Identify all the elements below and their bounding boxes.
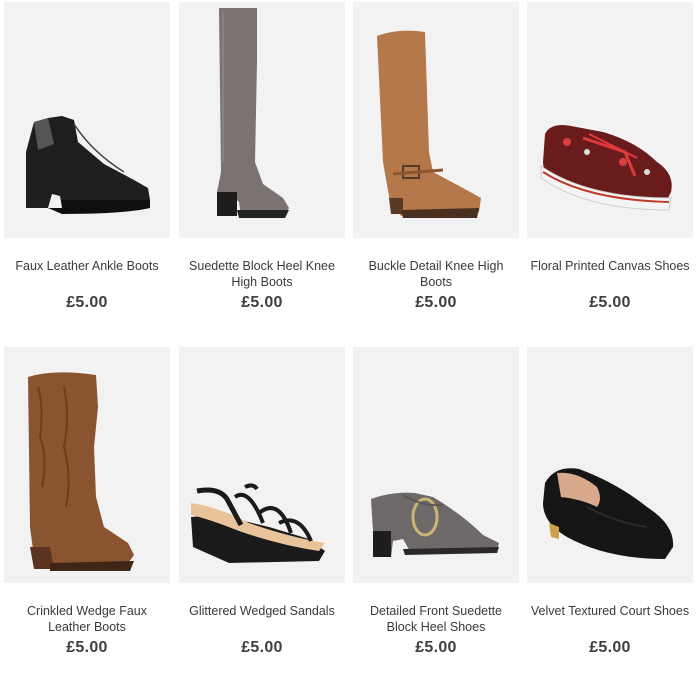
- product-name[interactable]: Suedette Block Heel Knee High Boots: [179, 258, 345, 292]
- product-grid: Faux Leather Ankle Boots £5.00 Suedette …: [0, 0, 700, 674]
- product-image-black-ankle-boot[interactable]: [4, 2, 170, 238]
- product-image-floral-canvas-shoe[interactable]: [527, 2, 693, 238]
- product-card[interactable]: Velvet Textured Court Shoes £5.00: [527, 347, 693, 657]
- product-image-grey-buckle-shoe[interactable]: [353, 347, 519, 583]
- product-card[interactable]: Suedette Block Heel Knee High Boots £5.0…: [179, 2, 345, 312]
- product-price: £5.00: [241, 294, 283, 311]
- product-name[interactable]: Detailed Front Suedette Block Heel Shoes: [353, 603, 519, 637]
- product-name[interactable]: Faux Leather Ankle Boots: [4, 258, 170, 292]
- product-price: £5.00: [415, 294, 457, 311]
- product-image-grey-knee-high-boot[interactable]: [179, 2, 345, 238]
- product-name[interactable]: Buckle Detail Knee High Boots: [353, 258, 519, 292]
- product-image-tan-buckle-boot[interactable]: [353, 2, 519, 238]
- product-name[interactable]: Floral Printed Canvas Shoes: [527, 258, 693, 292]
- product-card[interactable]: Faux Leather Ankle Boots £5.00: [4, 2, 170, 312]
- product-image-black-wedge-sandal[interactable]: [179, 347, 345, 583]
- product-card[interactable]: Floral Printed Canvas Shoes £5.00: [527, 2, 693, 312]
- product-image-black-velvet-flat[interactable]: [527, 347, 693, 583]
- product-card[interactable]: Glittered Wedged Sandals £5.00: [179, 347, 345, 657]
- product-price: £5.00: [241, 639, 283, 656]
- product-name[interactable]: Crinkled Wedge Faux Leather Boots: [4, 603, 170, 637]
- product-card[interactable]: Buckle Detail Knee High Boots £5.00: [353, 2, 519, 312]
- product-price: £5.00: [66, 639, 108, 656]
- product-card[interactable]: Crinkled Wedge Faux Leather Boots £5.00: [4, 347, 170, 657]
- product-name[interactable]: Glittered Wedged Sandals: [179, 603, 345, 637]
- product-price: £5.00: [589, 639, 631, 656]
- product-image-brown-wedge-boot[interactable]: [4, 347, 170, 583]
- product-price: £5.00: [415, 639, 457, 656]
- product-price: £5.00: [66, 294, 108, 311]
- product-name[interactable]: Velvet Textured Court Shoes: [527, 603, 693, 637]
- product-price: £5.00: [589, 294, 631, 311]
- product-card[interactable]: Detailed Front Suedette Block Heel Shoes…: [353, 347, 519, 657]
